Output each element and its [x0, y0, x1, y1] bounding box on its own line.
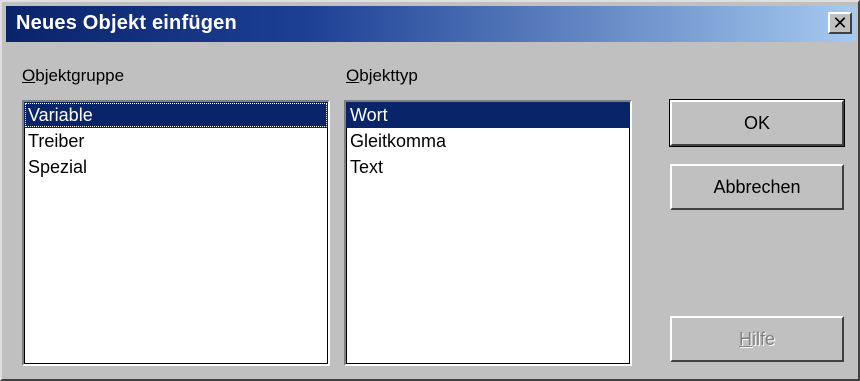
close-icon: ✕: [832, 13, 848, 33]
dialog-title: Neues Objekt einfügen: [16, 12, 237, 34]
title-bar[interactable]: Neues Objekt einfügen ✕: [6, 6, 856, 42]
objektgruppe-item-spezial[interactable]: Spezial: [24, 154, 328, 180]
cancel-button-label: Abbrechen: [713, 176, 801, 197]
objekttyp-label: Objekttyp: [346, 66, 418, 86]
objektgruppe-label: Objektgruppe: [22, 66, 124, 86]
cancel-button[interactable]: Abbrechen: [670, 164, 844, 210]
insert-object-dialog: Neues Objekt einfügen ✕ Objektgruppe Var…: [0, 0, 860, 381]
objekttyp-label-rest: bjekttyp: [359, 66, 418, 85]
objekttyp-listbox[interactable]: Wort Gleitkomma Text: [344, 100, 632, 366]
help-button-label: Hilfe: [739, 329, 775, 350]
objekttyp-item-gleitkomma[interactable]: Gleitkomma: [346, 128, 630, 154]
help-button-accel: H: [738, 328, 752, 349]
close-button[interactable]: ✕: [828, 12, 852, 34]
objekttyp-item-wort[interactable]: Wort: [346, 102, 630, 128]
objektgruppe-label-rest: bjektgruppe: [35, 66, 125, 85]
objekttyp-item-text[interactable]: Text: [346, 154, 630, 180]
ok-button[interactable]: OK: [669, 99, 845, 147]
objektgruppe-item-treiber[interactable]: Treiber: [24, 128, 328, 154]
help-button-rest: ilfe: [751, 328, 775, 349]
objekttyp-label-accel: O: [346, 66, 360, 85]
ok-button-label: OK: [743, 112, 770, 133]
objektgruppe-listbox[interactable]: Variable Treiber Spezial: [22, 100, 330, 366]
objektgruppe-label-accel: O: [22, 66, 36, 85]
objektgruppe-item-variable[interactable]: Variable: [24, 102, 328, 128]
help-button: Hilfe: [670, 316, 844, 362]
